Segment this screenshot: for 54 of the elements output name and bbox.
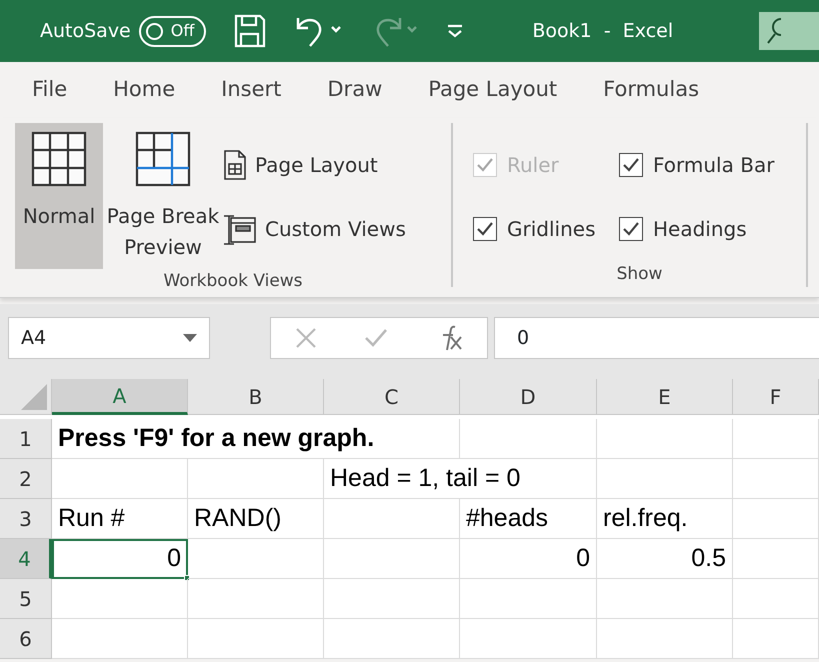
autosave-toggle[interactable]: Off — [138, 16, 206, 46]
ribbon-tab[interactable]: Home — [113, 62, 176, 118]
view-button[interactable]: Page Break Preview — [103, 123, 223, 269]
ribbon-tab[interactable]: Page Layout — [428, 62, 558, 118]
group-label: Show — [616, 262, 664, 286]
table-cell: #heads — [460, 499, 597, 539]
checkmark-icon — [476, 157, 494, 173]
row-header[interactable]: 3 — [0, 499, 52, 539]
view-button[interactable]: Normal — [15, 123, 103, 269]
checkbox[interactable]: Formula Bar — [619, 147, 799, 183]
checkbox[interactable]: Headings — [619, 211, 799, 247]
view-button[interactable]: Page Layout — [223, 147, 406, 183]
window-title: Book1 - Excel — [532, 18, 674, 44]
normal-view-icon — [31, 131, 87, 187]
table-cell: Run # — [52, 499, 188, 539]
table-cell: 0 — [460, 539, 597, 579]
group-label: Workbook Views — [162, 270, 304, 293]
column-header[interactable]: C — [324, 379, 460, 415]
checkmark-icon — [622, 157, 640, 173]
column-header[interactable]: E — [597, 379, 733, 415]
checkmark-icon — [622, 221, 640, 237]
table-cell: 0 — [52, 539, 188, 579]
row-header[interactable]: 2 — [0, 459, 52, 499]
search-icon — [767, 18, 781, 44]
table-cell: RAND() — [188, 499, 324, 539]
column-header[interactable]: B — [188, 379, 324, 415]
formula-field[interactable]: 0 — [494, 317, 819, 359]
custom-view-icon — [223, 212, 257, 246]
column-header[interactable]: D — [460, 379, 597, 415]
search-box[interactable] — [759, 12, 819, 50]
name-box[interactable]: A4 — [8, 317, 210, 359]
row-header[interactable]: 5 — [0, 579, 52, 619]
ribbon-tab[interactable]: Formulas — [603, 62, 700, 118]
pagelayout-view-icon — [223, 150, 247, 180]
row-header[interactable]: 6 — [0, 619, 52, 659]
autosave-label: AutoSave — [40, 18, 131, 44]
table-cell: Press 'F9' for a new graph. — [52, 419, 460, 459]
save-icon[interactable] — [234, 14, 266, 48]
column-header[interactable]: A — [52, 379, 188, 415]
ribbon-tab[interactable]: Draw — [327, 62, 382, 118]
dropdown-icon — [183, 334, 197, 342]
checkmark-icon — [476, 221, 494, 237]
pagebreak-view-icon — [135, 131, 191, 187]
table-cell: 0.5 — [597, 539, 733, 579]
ribbon-tab[interactable]: File — [32, 62, 68, 118]
view-button[interactable]: Custom Views — [223, 211, 406, 247]
checkbox[interactable]: Gridlines — [473, 211, 619, 247]
customize-icon[interactable] — [446, 23, 464, 39]
row-header[interactable]: 1 — [0, 419, 52, 459]
column-header[interactable]: F — [733, 379, 819, 415]
table-cell: Head = 1, tail = 0 — [324, 459, 597, 499]
ribbon-tab[interactable]: Insert — [221, 62, 282, 118]
row-header[interactable]: 4 — [0, 539, 52, 579]
table-cell: rel.freq. — [597, 499, 733, 539]
